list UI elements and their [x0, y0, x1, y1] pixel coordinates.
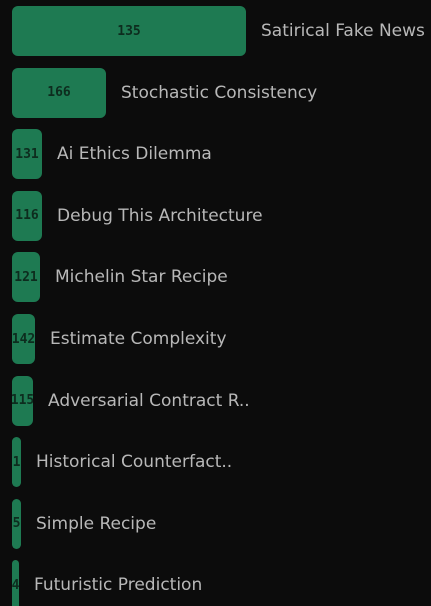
chart-row: 1 Historical Counterfact.. [0, 437, 431, 489]
chart-bar: 142 [12, 314, 35, 364]
chart-bar: 121 [12, 252, 40, 303]
category-label: Estimate Complexity [50, 329, 227, 349]
chart-row: 4 Futuristic Prediction [0, 560, 431, 606]
chart-bar: 166 [12, 67, 106, 118]
chart-bar: 115 [12, 375, 33, 426]
chart-bar: 4 [12, 560, 19, 606]
chart-row: 116 Debug This Architecture [0, 190, 431, 243]
chart-row: 121 Michelin Star Recipe [0, 252, 431, 304]
bar-value-label: 135 [117, 23, 141, 39]
category-label: Michelin Star Recipe [55, 267, 228, 288]
bar-value-label: 121 [14, 269, 38, 285]
chart-row: 135 Satirical Fake News [0, 6, 431, 58]
chart-row: 5 Simple Recipe [0, 498, 431, 551]
chart-row: 115 Adversarial Contract R.. [0, 375, 431, 428]
bar-value-label: 131 [15, 146, 39, 162]
chart-bar: 1 [12, 437, 21, 488]
bar-value-label: 142 [12, 331, 35, 347]
chart-bar: 116 [12, 190, 42, 241]
category-label: Simple Recipe [36, 513, 157, 534]
category-label: Debug This Architecture [57, 205, 263, 226]
bar-value-label: 116 [15, 208, 39, 224]
bar-value-label: 115 [12, 393, 33, 409]
bar-value-label: 4 [12, 577, 19, 593]
category-label: Ai Ethics Dilemma [57, 144, 212, 165]
chart-bar: 135 [12, 6, 246, 56]
category-label: Satirical Fake News [261, 21, 425, 41]
category-label: Stochastic Consistency [121, 82, 318, 103]
category-label: Adversarial Contract R.. [48, 390, 250, 411]
chart-bar: 131 [12, 129, 42, 180]
category-label: Historical Counterfact.. [36, 452, 233, 473]
chart-bar: 5 [12, 498, 21, 549]
chart-row: 131 Ai Ethics Dilemma [0, 129, 431, 181]
bar-value-label: 166 [47, 85, 71, 101]
bar-chart: 135 Satirical Fake News 166 Stochastic Cons… [0, 0, 431, 606]
chart-row: 166 Stochastic Consistency [0, 67, 431, 120]
chart-row: 142 Estimate Complexity [0, 314, 431, 366]
bar-value-label: 1 [12, 454, 21, 470]
category-label: Futuristic Prediction [34, 575, 203, 596]
bar-value-label: 5 [12, 516, 21, 532]
